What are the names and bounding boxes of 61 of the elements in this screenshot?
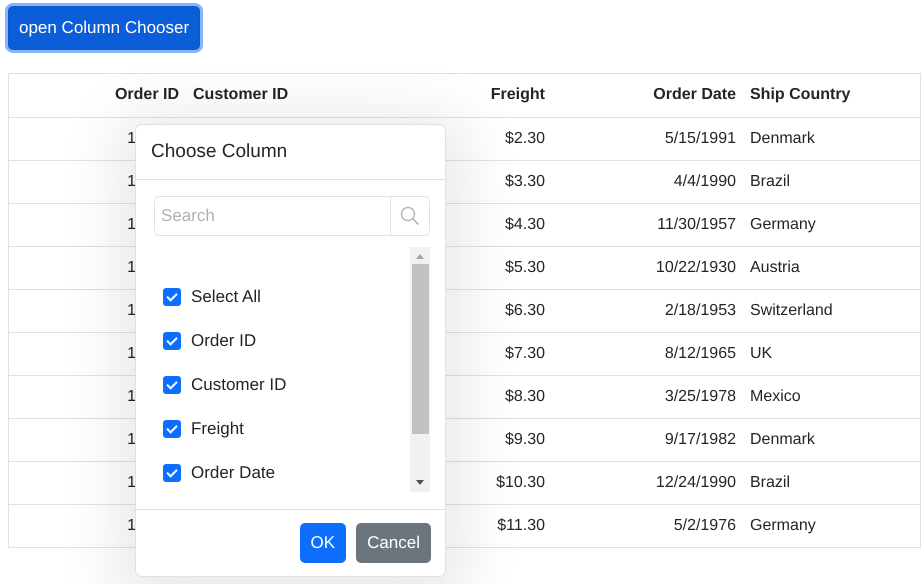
- table-cell: 3/25/1978: [664, 388, 736, 404]
- table-cell: $2.30: [504, 130, 545, 146]
- table-cell: $3.30: [504, 172, 545, 190]
- table-cell: 1: [127, 344, 136, 362]
- table-cell: 2/18/1953: [664, 302, 736, 318]
- table-cell: Mexico: [750, 388, 801, 404]
- open-column-chooser-button[interactable]: open Column Chooser: [8, 6, 200, 50]
- table-cell: Germany: [750, 216, 816, 232]
- table-cell: $4.30: [504, 216, 545, 232]
- checkbox[interactable]: [163, 464, 181, 482]
- checkbox[interactable]: [163, 420, 181, 438]
- table-cell: Denmark: [750, 430, 815, 448]
- table-cell: Switzerland: [750, 302, 833, 318]
- table-cell: 12/24/1990: [656, 474, 736, 490]
- column-header[interactable]: Ship Country: [750, 86, 850, 104]
- column-header[interactable]: Customer ID: [193, 86, 288, 104]
- table-cell: $9.30: [504, 430, 545, 448]
- checkbox-label: Freight: [191, 419, 244, 439]
- table-cell: $8.30: [504, 388, 545, 404]
- ok-button[interactable]: OK: [300, 523, 346, 563]
- table-cell: 10/22/1930: [656, 258, 736, 276]
- table-cell: $10.30: [496, 474, 545, 490]
- table-cell: 11/30/1957: [657, 216, 736, 232]
- table-cell: 9/17/1982: [664, 430, 736, 448]
- dialog-title: Choose Column: [151, 141, 288, 163]
- table-cell: 1: [127, 430, 136, 448]
- column-header[interactable]: Order Date: [653, 86, 736, 104]
- checkbox-label: Customer ID: [191, 375, 286, 395]
- table-cell: 1: [127, 172, 136, 190]
- table-cell: 4/4/1990: [674, 172, 736, 190]
- cancel-button[interactable]: Cancel: [356, 523, 431, 563]
- table-cell: Austria: [750, 258, 800, 276]
- checkbox-label: Order ID: [191, 331, 256, 351]
- table-cell: 8/12/1965: [664, 344, 736, 362]
- checkbox[interactable]: [163, 332, 181, 350]
- table-cell: $6.30: [504, 302, 545, 318]
- table-cell: $7.30: [504, 344, 545, 362]
- table-cell: 5/2/1976: [674, 516, 736, 534]
- table-cell: 1: [127, 474, 136, 490]
- table-cell: $5.30: [504, 258, 545, 276]
- table-cell: 1: [127, 258, 136, 276]
- scrollbar[interactable]: [410, 247, 430, 492]
- checkbox[interactable]: [163, 288, 181, 306]
- column-header[interactable]: Order ID: [114, 86, 179, 104]
- table-cell: Brazil: [750, 172, 790, 190]
- checkbox-label: Order Date: [191, 463, 276, 483]
- table-cell: 1: [127, 388, 136, 404]
- table-cell: $11.30: [497, 516, 545, 534]
- table-cell: Germany: [750, 516, 816, 534]
- search-field[interactable]: Search: [154, 196, 390, 236]
- table-cell: Denmark: [750, 130, 815, 146]
- checkbox[interactable]: [163, 376, 181, 394]
- column-header[interactable]: Freight: [490, 86, 545, 104]
- table-cell: UK: [750, 344, 772, 362]
- checkbox-label: Select All: [191, 287, 261, 307]
- table-cell: Brazil: [750, 474, 790, 490]
- table-cell: 1: [127, 516, 136, 534]
- table-cell: 1: [127, 216, 136, 232]
- table-cell: 1: [127, 302, 136, 318]
- table-cell: 1: [127, 130, 136, 146]
- table-cell: 5/15/1991: [664, 130, 736, 146]
